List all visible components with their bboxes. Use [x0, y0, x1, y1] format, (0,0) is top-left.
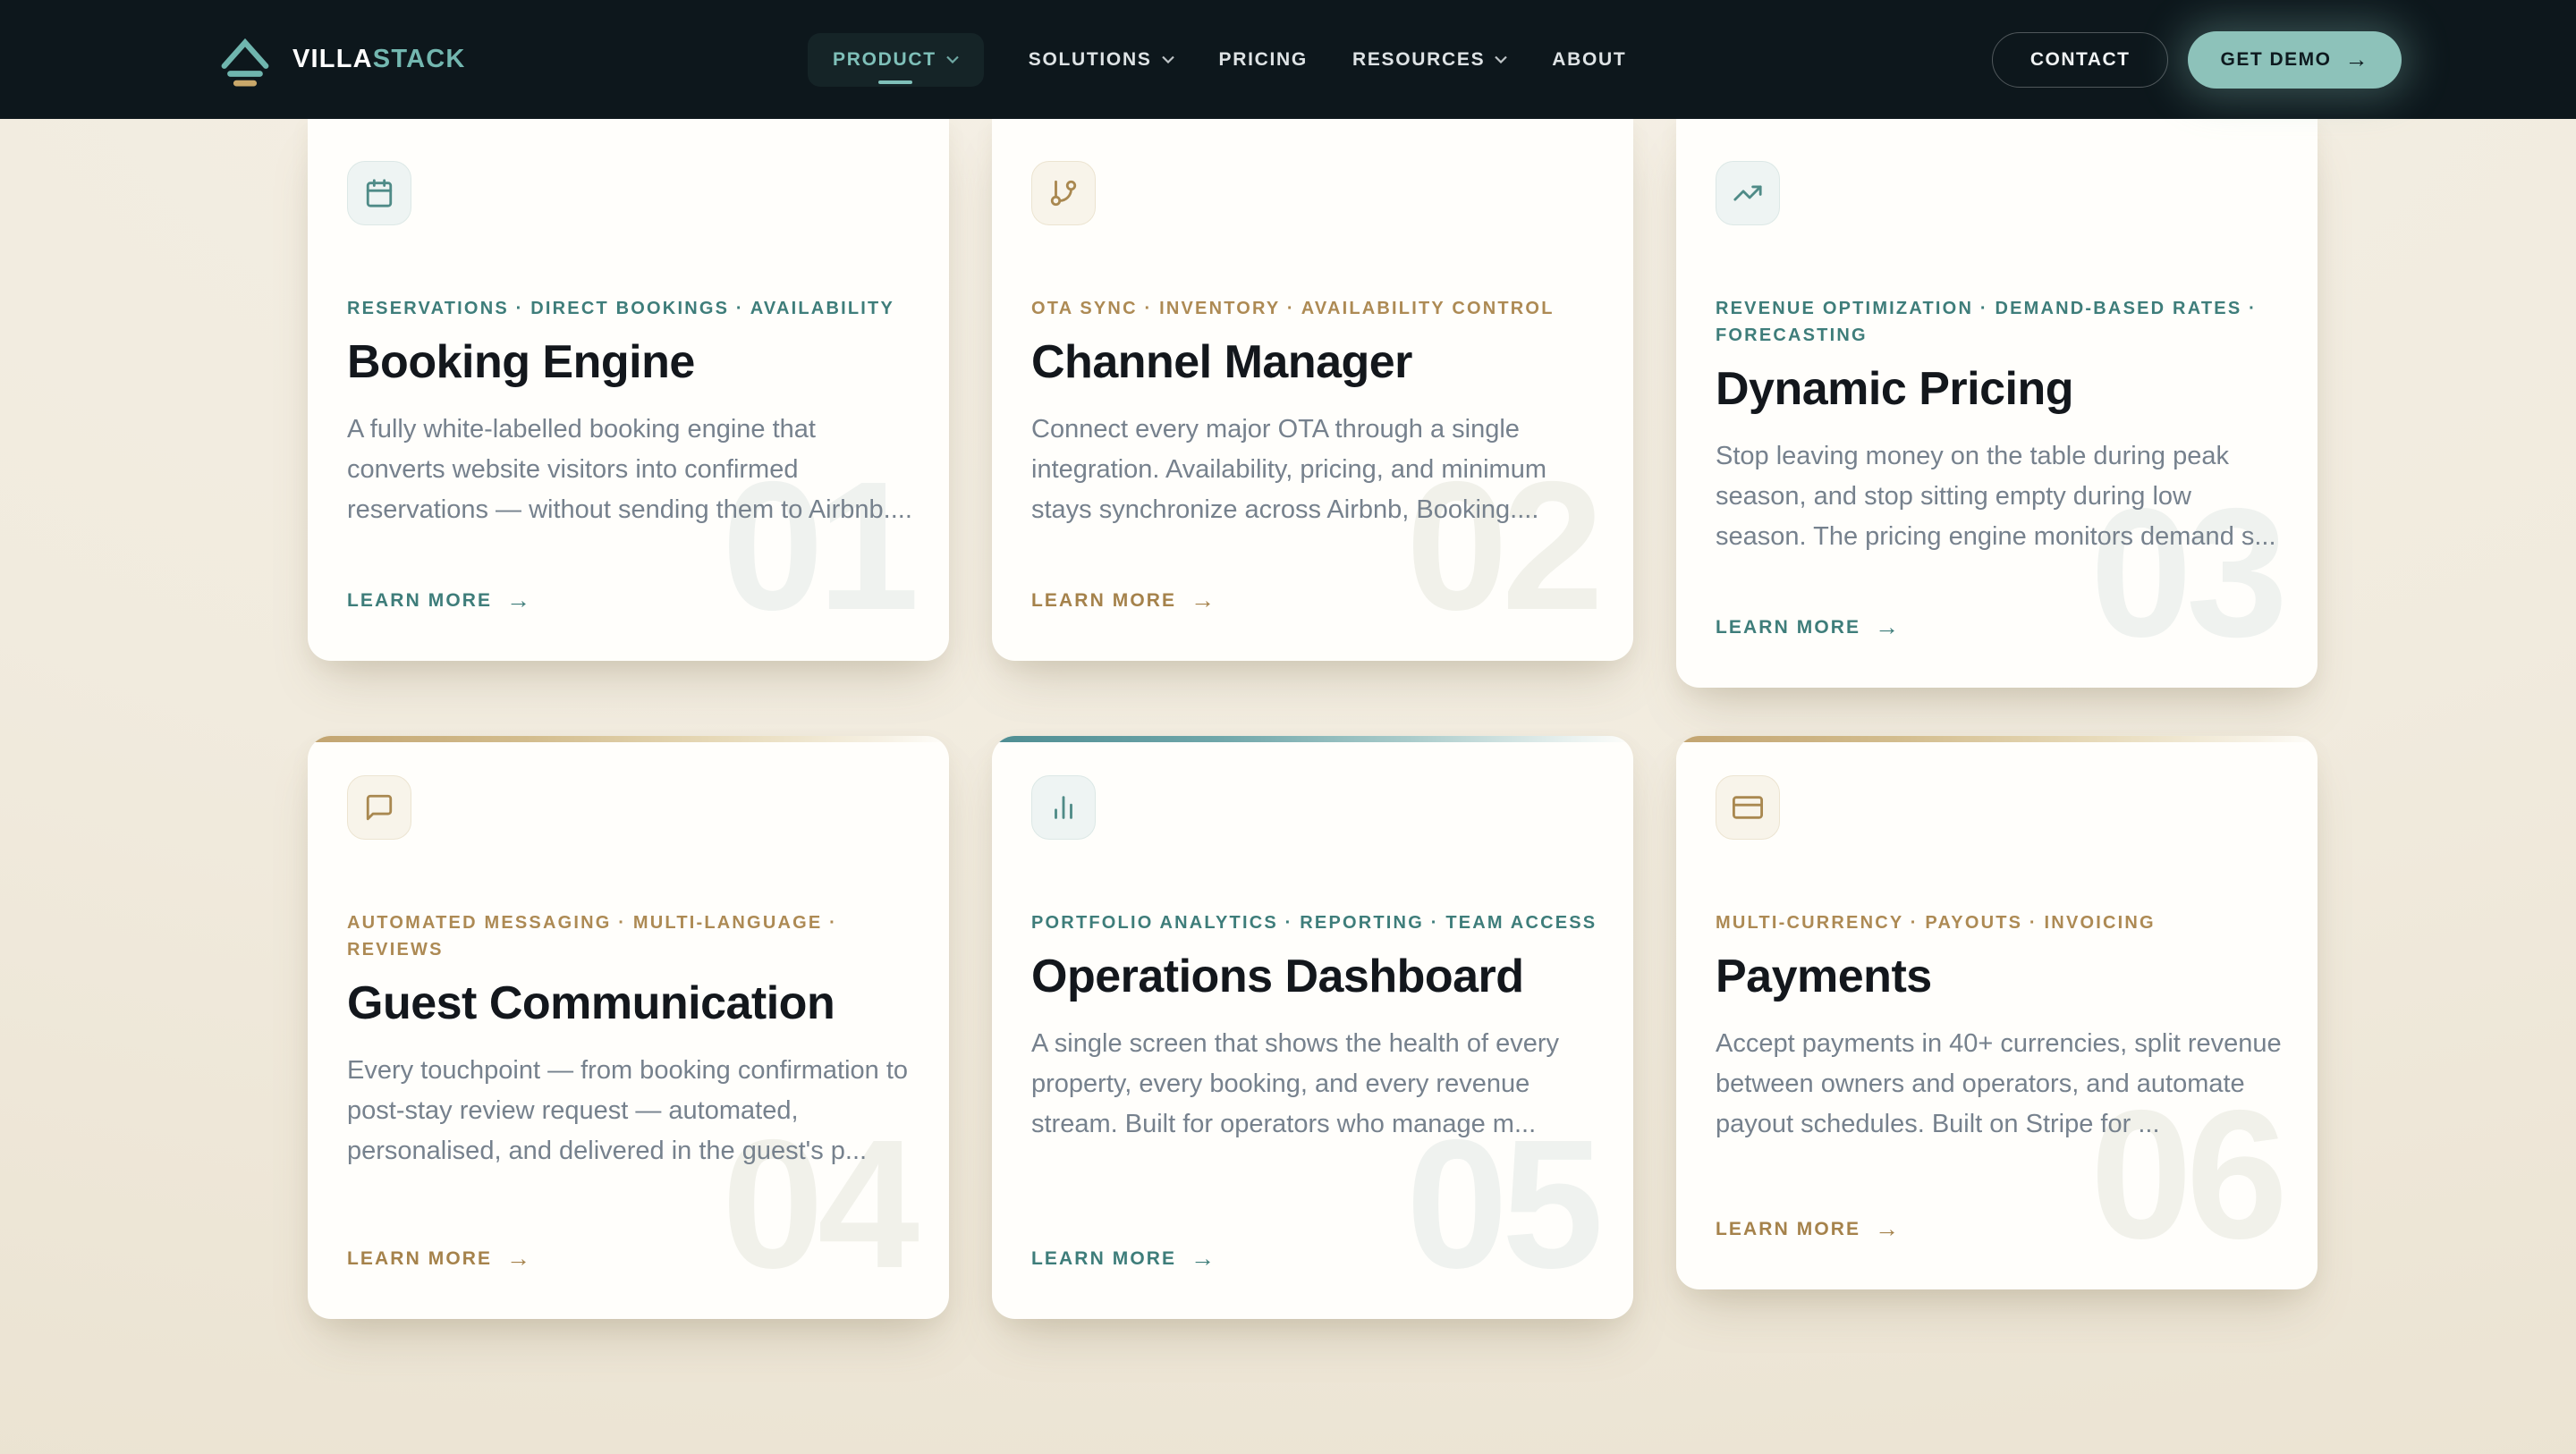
nav-item-label: PRICING: [1219, 49, 1308, 71]
arrow-right-icon: →: [1191, 1245, 1215, 1272]
card-accent-bar: [308, 736, 949, 742]
feature-card-dynamic-pricing: 03 REVENUE OPTIMIZATION · DEMAND-BASED R…: [1676, 119, 2318, 688]
card-tags: OTA SYNC · INVENTORY · AVAILABILITY CONT…: [1031, 295, 1598, 322]
card-icon-tile: [347, 161, 411, 225]
villa-roof-logo-icon: [217, 32, 273, 88]
bar-chart-icon: [1048, 792, 1079, 823]
card-accent-bar: [992, 736, 1633, 742]
brand-logo[interactable]: VILLASTACK: [217, 0, 466, 119]
card-description: Accept payments in 40+ currencies, split…: [1716, 1024, 2283, 1145]
learn-more-label: LEARN MORE: [1031, 1248, 1176, 1270]
learn-more-link[interactable]: LEARN MORE →: [1716, 613, 2283, 641]
arrow-right-icon: →: [506, 1245, 530, 1272]
nav-item-solutions[interactable]: SOLUTIONS: [1029, 49, 1174, 71]
card-description: A fully white-labelled booking engine th…: [347, 410, 914, 530]
card-icon-tile: [1031, 775, 1096, 840]
credit-card-icon: [1733, 792, 1763, 823]
brand-name-secondary: STACK: [373, 45, 466, 73]
git-branch-icon: [1048, 178, 1079, 208]
get-demo-button[interactable]: GET DEMO →: [2188, 31, 2402, 89]
card-description: Connect every major OTA through a single…: [1031, 410, 1598, 530]
arrow-right-icon: →: [1191, 587, 1215, 614]
arrow-right-icon: →: [506, 587, 530, 614]
learn-more-label: LEARN MORE: [1031, 590, 1176, 612]
features-grid: 01 RESERVATIONS · DIRECT BOOKINGS · AVAI…: [308, 119, 2318, 1319]
card-tags: RESERVATIONS · DIRECT BOOKINGS · AVAILAB…: [347, 295, 914, 322]
chevron-down-icon: [1495, 55, 1507, 63]
card-tags: AUTOMATED MESSAGING · MULTI-LANGUAGE · R…: [347, 909, 914, 963]
card-title: Operations Dashboard: [1031, 949, 1598, 1004]
nav-item-label: RESOURCES: [1352, 49, 1485, 71]
contact-button-label: CONTACT: [2030, 49, 2131, 71]
card-tags: PORTFOLIO ANALYTICS · REPORTING · TEAM A…: [1031, 909, 1598, 936]
header-actions: CONTACT GET DEMO →: [1992, 0, 2402, 119]
card-description: A single screen that shows the health of…: [1031, 1024, 1598, 1145]
arrow-right-icon: →: [1875, 613, 1899, 641]
feature-card-payments: 06 MULTI-CURRENCY · PAYOUTS · INVOICING …: [1676, 736, 2318, 1289]
trending-up-icon: [1733, 178, 1763, 208]
page: { "ui": { "arrow_right": "→" }, "palette…: [0, 0, 2576, 1454]
learn-more-label: LEARN MORE: [347, 590, 492, 612]
nav-item-label: PRODUCT: [833, 49, 936, 71]
card-tags: REVENUE OPTIMIZATION · DEMAND-BASED RATE…: [1716, 295, 2283, 349]
top-navigation-bar: VILLASTACK PRODUCT SOLUTIONS PRICING RES…: [0, 0, 2576, 119]
learn-more-link[interactable]: LEARN MORE →: [1716, 1215, 2283, 1243]
arrow-right-icon: →: [2345, 46, 2370, 73]
card-title: Channel Manager: [1031, 334, 1598, 390]
nav-item-label: ABOUT: [1552, 49, 1626, 71]
learn-more-link[interactable]: LEARN MORE →: [1031, 587, 1598, 614]
nav-item-product[interactable]: PRODUCT: [808, 33, 984, 87]
card-description: Every touchpoint — from booking confirma…: [347, 1051, 914, 1171]
calendar-icon: [364, 178, 394, 208]
nav-item-about[interactable]: ABOUT: [1552, 49, 1626, 71]
card-icon-tile: [1031, 161, 1096, 225]
card-tags: MULTI-CURRENCY · PAYOUTS · INVOICING: [1716, 909, 2283, 936]
card-icon-tile: [347, 775, 411, 840]
message-square-icon: [364, 792, 394, 823]
contact-button[interactable]: CONTACT: [1992, 32, 2169, 88]
learn-more-label: LEARN MORE: [1716, 1219, 1860, 1240]
card-description: Stop leaving money on the table during p…: [1716, 436, 2283, 557]
card-icon-tile: [1716, 161, 1780, 225]
card-title: Booking Engine: [347, 334, 914, 390]
card-title: Payments: [1716, 949, 2283, 1004]
learn-more-link[interactable]: LEARN MORE →: [347, 587, 914, 614]
main-nav: PRODUCT SOLUTIONS PRICING RESOURCES ABOU…: [808, 0, 1626, 119]
card-title: Dynamic Pricing: [1716, 361, 2283, 417]
card-icon-tile: [1716, 775, 1780, 840]
nav-item-pricing[interactable]: PRICING: [1219, 49, 1308, 71]
nav-item-resources[interactable]: RESOURCES: [1352, 49, 1507, 71]
learn-more-link[interactable]: LEARN MORE →: [347, 1245, 914, 1272]
learn-more-label: LEARN MORE: [1716, 617, 1860, 638]
arrow-right-icon: →: [1875, 1215, 1899, 1243]
feature-card-guest-communication: 04 AUTOMATED MESSAGING · MULTI-LANGUAGE …: [308, 736, 949, 1319]
chevron-down-icon: [1162, 55, 1174, 63]
card-title: Guest Communication: [347, 976, 914, 1031]
get-demo-button-label: GET DEMO: [2220, 49, 2331, 71]
learn-more-label: LEARN MORE: [347, 1248, 492, 1270]
card-accent-bar: [1676, 736, 2318, 742]
nav-item-label: SOLUTIONS: [1029, 49, 1152, 71]
learn-more-link[interactable]: LEARN MORE →: [1031, 1245, 1598, 1272]
chevron-down-icon: [946, 55, 959, 63]
feature-card-channel-manager: 02 OTA SYNC · INVENTORY · AVAILABILITY C…: [992, 119, 1633, 661]
feature-card-operations-dashboard: 05 PORTFOLIO ANALYTICS · REPORTING · TEA…: [992, 736, 1633, 1319]
brand-name: VILLASTACK: [292, 45, 466, 74]
feature-card-booking-engine: 01 RESERVATIONS · DIRECT BOOKINGS · AVAI…: [308, 119, 949, 661]
brand-name-primary: VILLA: [292, 45, 373, 73]
